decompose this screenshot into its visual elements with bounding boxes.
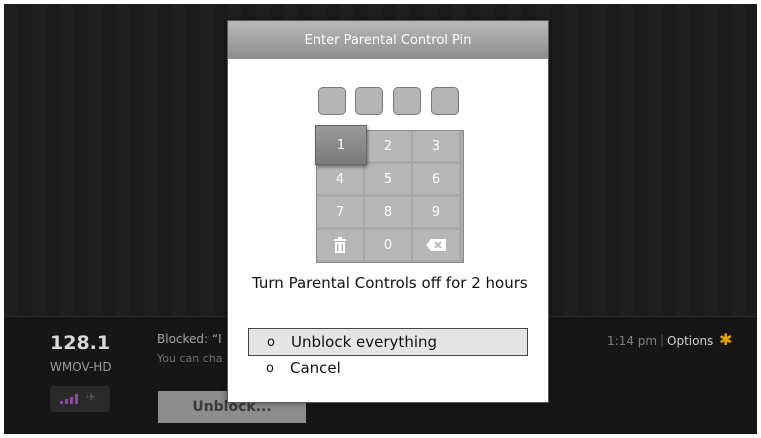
key-1[interactable]: 1 bbox=[315, 125, 367, 165]
key-2[interactable]: 2 bbox=[365, 131, 411, 161]
pin-slot bbox=[393, 87, 421, 115]
key-3[interactable]: 3 bbox=[413, 131, 459, 161]
dialog-title: Enter Parental Control Pin bbox=[228, 21, 548, 59]
radio-indicator: o bbox=[266, 360, 274, 376]
option-unblock-everything[interactable]: o Unblock everything bbox=[248, 328, 528, 356]
antenna-icon: ✈ bbox=[86, 390, 97, 404]
parental-pin-dialog: Enter Parental Control Pin 2 3 4 5 6 7 8… bbox=[227, 20, 549, 403]
delete-icon bbox=[334, 237, 346, 253]
key-5[interactable]: 5 bbox=[365, 164, 411, 194]
delete-key[interactable] bbox=[317, 230, 363, 260]
radio-indicator: o bbox=[267, 334, 275, 350]
backspace-icon bbox=[426, 239, 446, 251]
signal-bar bbox=[65, 399, 68, 404]
key-6[interactable]: 6 bbox=[413, 164, 459, 194]
signal-bar bbox=[75, 394, 78, 404]
blocked-subtext: You can cha bbox=[157, 352, 223, 365]
pin-slot bbox=[431, 87, 459, 115]
key-0[interactable]: 0 bbox=[365, 230, 411, 260]
key-9[interactable]: 9 bbox=[413, 197, 459, 227]
clock-time: 1:14 pm bbox=[607, 334, 658, 348]
channel-number: 128.1 bbox=[50, 332, 111, 354]
channel-name: WMOV-HD bbox=[50, 360, 112, 374]
signal-bar bbox=[70, 397, 73, 404]
status-separator: | bbox=[660, 333, 665, 347]
blocked-text: Blocked: “I bbox=[157, 332, 222, 346]
backspace-key[interactable] bbox=[413, 230, 459, 260]
option-label: Unblock everything bbox=[291, 333, 438, 351]
key-4[interactable]: 4 bbox=[317, 164, 363, 194]
pin-slot bbox=[318, 87, 346, 115]
signal-strength-indicator: ✈ bbox=[50, 386, 110, 412]
option-label: Cancel bbox=[290, 359, 341, 377]
parental-controls-message: Turn Parental Controls off for 2 hours bbox=[252, 274, 528, 292]
signal-bar bbox=[60, 401, 63, 404]
pin-slot bbox=[355, 87, 383, 115]
key-7[interactable]: 7 bbox=[317, 197, 363, 227]
asterisk-icon[interactable]: ✱ bbox=[719, 330, 732, 349]
options-label[interactable]: Options bbox=[667, 334, 713, 348]
option-cancel[interactable]: o Cancel bbox=[248, 355, 526, 381]
key-8[interactable]: 8 bbox=[365, 197, 411, 227]
